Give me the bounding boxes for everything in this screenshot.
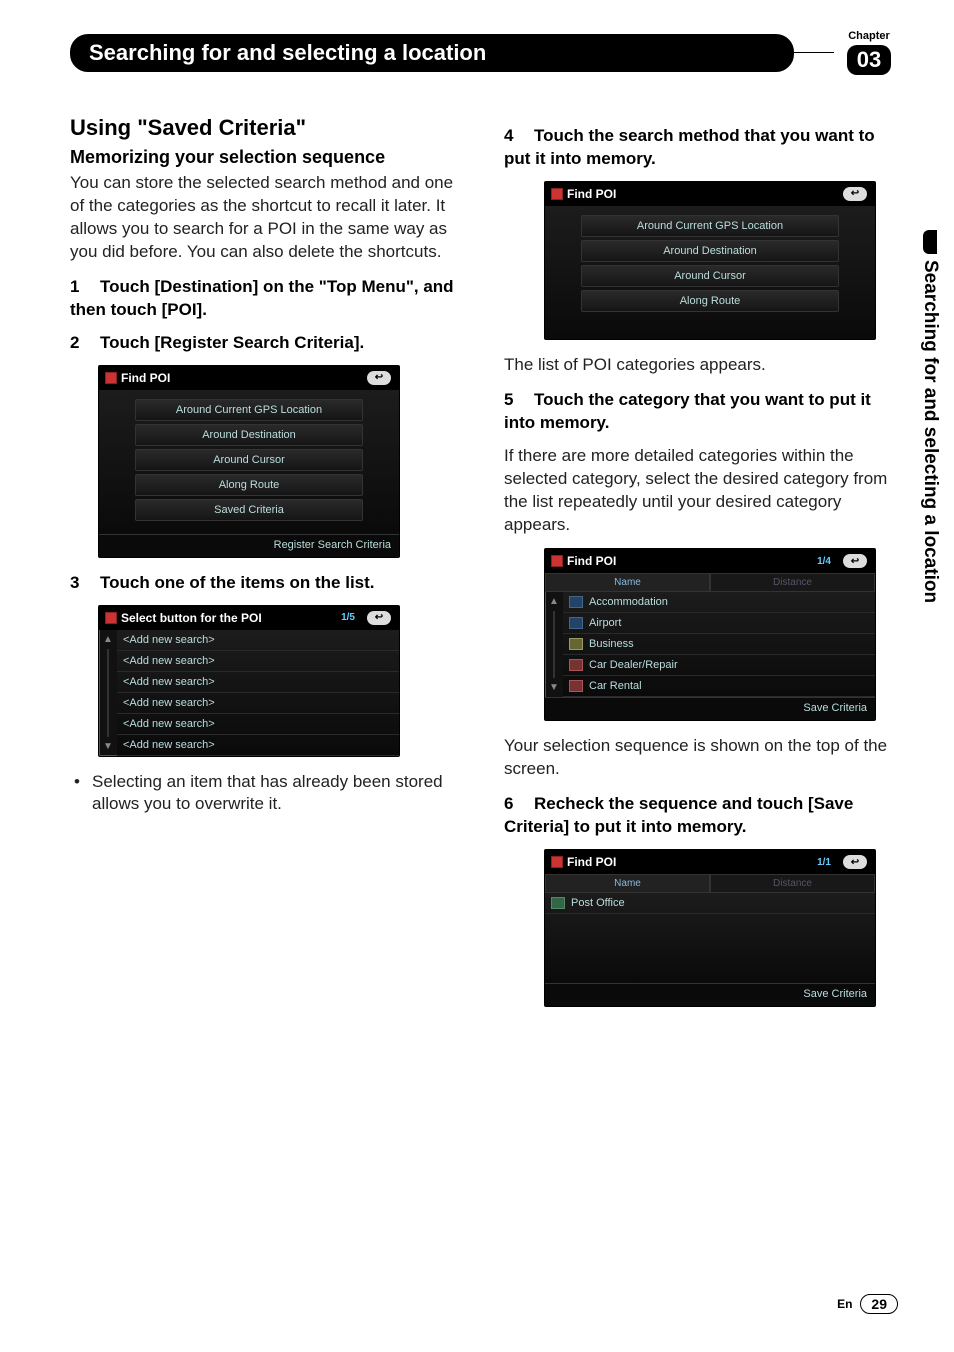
screenshot-title: Find POI bbox=[567, 187, 616, 201]
option-around-gps[interactable]: Around Current GPS Location bbox=[135, 399, 363, 421]
option-around-gps[interactable]: Around Current GPS Location bbox=[581, 215, 839, 237]
scroll-bar[interactable]: ▲ ▼ bbox=[99, 630, 117, 756]
tab-distance[interactable]: Distance bbox=[710, 573, 875, 592]
bullet-note: Selecting an item that has already been … bbox=[92, 771, 470, 817]
category-item[interactable]: Airport bbox=[563, 613, 875, 634]
page-indicator: 1/4 bbox=[817, 556, 831, 567]
step-6: 6Recheck the sequence and touch [Save Cr… bbox=[504, 793, 904, 839]
screenshot-find-poi-2: Find POI ↩ Around Current GPS Location A… bbox=[544, 181, 876, 340]
screenshot-find-poi-1: Find POI ↩ Around Current GPS Location A… bbox=[98, 365, 400, 558]
screenshot-categories: Find POI 1/4 ↩ Name Distance ▲ ▼ bbox=[544, 548, 876, 721]
step-3: 3Touch one of the items on the list. bbox=[70, 572, 470, 595]
back-icon[interactable]: ↩ bbox=[843, 187, 867, 201]
footer-page-number: 29 bbox=[860, 1294, 898, 1314]
back-icon[interactable]: ↩ bbox=[367, 371, 391, 385]
page-header: Searching for and selecting a location C… bbox=[70, 30, 904, 75]
screenshot-final: Find POI 1/1 ↩ Name Distance Post Office… bbox=[544, 849, 876, 1007]
list-item[interactable]: <Add new search> bbox=[117, 651, 399, 672]
left-column: Using "Saved Criteria" Memorizing your s… bbox=[70, 115, 470, 1021]
list-item[interactable]: <Add new search> bbox=[117, 735, 399, 756]
screenshot-titlebar: Find POI ↩ bbox=[99, 366, 399, 390]
after-list-text: Your selection sequence is shown on the … bbox=[504, 735, 904, 781]
option-saved-criteria[interactable]: Saved Criteria bbox=[135, 499, 363, 521]
step-2: 2Touch [Register Search Criteria]. bbox=[70, 332, 470, 355]
scroll-up-icon[interactable]: ▲ bbox=[103, 634, 113, 645]
screenshot-titlebar: Find POI 1/4 ↩ bbox=[545, 549, 875, 573]
screenshot-titlebar: Select button for the POI 1/5 ↩ bbox=[99, 606, 399, 630]
step-4-text: Touch the search method that you want to… bbox=[504, 126, 875, 168]
screenshot-title: Find POI bbox=[567, 855, 616, 869]
back-icon[interactable]: ↩ bbox=[843, 855, 867, 869]
category-item[interactable]: Post Office bbox=[545, 893, 875, 914]
step-5: 5Touch the category that you want to put… bbox=[504, 389, 904, 435]
list-item[interactable]: <Add new search> bbox=[117, 693, 399, 714]
side-tab: Searching for and selecting a location bbox=[916, 230, 944, 660]
screenshot-title: Find POI bbox=[121, 371, 170, 385]
category-item[interactable]: Car Dealer/Repair bbox=[563, 655, 875, 676]
option-around-destination[interactable]: Around Destination bbox=[135, 424, 363, 446]
scroll-down-icon[interactable]: ▼ bbox=[549, 682, 559, 693]
heading-part1: Using bbox=[70, 115, 137, 140]
save-criteria-button[interactable]: Save Criteria bbox=[545, 697, 875, 720]
right-column: 4Touch the search method that you want t… bbox=[504, 115, 904, 1021]
option-around-cursor[interactable]: Around Cursor bbox=[135, 449, 363, 471]
category-item[interactable]: Car Rental bbox=[563, 676, 875, 697]
option-along-route[interactable]: Along Route bbox=[135, 474, 363, 496]
option-around-cursor[interactable]: Around Cursor bbox=[581, 265, 839, 287]
back-icon[interactable]: ↩ bbox=[367, 611, 391, 625]
chapter-block: Chapter 03 bbox=[834, 30, 904, 75]
scroll-bar[interactable]: ▲ ▼ bbox=[545, 592, 563, 697]
side-tab-marker bbox=[923, 230, 937, 254]
scroll-up-icon[interactable]: ▲ bbox=[549, 596, 559, 607]
category-item[interactable]: Business bbox=[563, 634, 875, 655]
tab-name[interactable]: Name bbox=[545, 573, 710, 592]
header-title: Searching for and selecting a location bbox=[89, 40, 486, 66]
screenshot-titlebar: Find POI 1/1 ↩ bbox=[545, 850, 875, 874]
screenshot-select-button: Select button for the POI 1/5 ↩ ▲ ▼ <Add… bbox=[98, 605, 400, 757]
chapter-number: 03 bbox=[847, 45, 891, 75]
list-item[interactable]: <Add new search> bbox=[117, 672, 399, 693]
step-3-text: Touch one of the items on the list. bbox=[100, 573, 375, 592]
chapter-label: Chapter bbox=[848, 30, 890, 42]
register-search-criteria-button[interactable]: Register Search Criteria bbox=[99, 534, 399, 557]
category-item[interactable]: Accommodation bbox=[563, 592, 875, 613]
list-item[interactable]: <Add new search> bbox=[117, 714, 399, 735]
option-along-route[interactable]: Along Route bbox=[581, 290, 839, 312]
page-footer: En 29 bbox=[837, 1294, 898, 1314]
intro-paragraph: You can store the selected search method… bbox=[70, 172, 470, 264]
header-title-pill: Searching for and selecting a location bbox=[70, 34, 794, 72]
section-heading: Using "Saved Criteria" bbox=[70, 115, 470, 141]
page-indicator: 1/5 bbox=[341, 612, 355, 623]
header-connector bbox=[794, 52, 834, 54]
after-step4-text: The list of POI categories appears. bbox=[504, 354, 904, 377]
list-item[interactable]: <Add new search> bbox=[117, 630, 399, 651]
after-step5-text: If there are more detailed categories wi… bbox=[504, 445, 904, 537]
heading-part2: "Saved Criteria" bbox=[137, 115, 306, 140]
screenshot-title: Find POI bbox=[567, 554, 616, 568]
step-5-text: Touch the category that you want to put … bbox=[504, 390, 871, 432]
footer-language: En bbox=[837, 1297, 852, 1311]
subheading: Memorizing your selection sequence bbox=[70, 147, 470, 168]
step-1: 1Touch [Destination] on the "Top Menu", … bbox=[70, 276, 470, 322]
tab-distance[interactable]: Distance bbox=[710, 874, 875, 893]
side-tab-text: Searching for and selecting a location bbox=[919, 260, 941, 603]
back-icon[interactable]: ↩ bbox=[843, 554, 867, 568]
save-criteria-button[interactable]: Save Criteria bbox=[545, 983, 875, 1006]
tab-name[interactable]: Name bbox=[545, 874, 710, 893]
step-1-text: Touch [Destination] on the "Top Menu", a… bbox=[70, 277, 454, 319]
step-4: 4Touch the search method that you want t… bbox=[504, 125, 904, 171]
step-2-text: Touch [Register Search Criteria]. bbox=[100, 333, 364, 352]
screenshot-titlebar: Find POI ↩ bbox=[545, 182, 875, 206]
screenshot-title: Select button for the POI bbox=[121, 611, 262, 625]
page-indicator: 1/1 bbox=[817, 857, 831, 868]
step-6-text: Recheck the sequence and touch [Save Cri… bbox=[504, 794, 853, 836]
option-around-destination[interactable]: Around Destination bbox=[581, 240, 839, 262]
scroll-down-icon[interactable]: ▼ bbox=[103, 741, 113, 752]
